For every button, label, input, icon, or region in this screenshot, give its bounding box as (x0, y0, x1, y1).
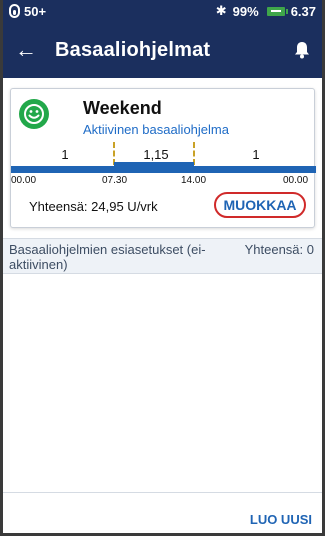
battery-icon (266, 6, 288, 16)
bell-icon[interactable] (294, 41, 310, 59)
program-name: Weekend (83, 98, 162, 118)
status-bar: 50+ ✱ 99% 6.37 (3, 0, 322, 22)
timeline-segment (194, 166, 316, 173)
tick-label: 00.00 (11, 175, 37, 186)
tick-label: 07.30 (102, 175, 128, 186)
smiley-icon (19, 99, 49, 129)
status-left: 50+ (9, 4, 46, 19)
basal-timeline (11, 162, 316, 173)
screen: 50+ ✱ 99% 6.37 ← Basaaliohjelmat Weekend… (0, 0, 325, 536)
timeline-segment (114, 162, 194, 173)
segment-rate: 1,15 (143, 147, 169, 162)
pod-icon (9, 4, 20, 18)
edit-button[interactable]: MUOKKAA (214, 192, 306, 218)
segment-rate: 1 (61, 147, 69, 162)
footer-divider (3, 492, 322, 493)
timeline-segment (11, 166, 114, 173)
program-status: Aktiivinen basaaliohjelma (83, 122, 229, 137)
create-new-button[interactable]: LUO UUSI (250, 512, 312, 527)
status-time: 6.37 (290, 3, 316, 19)
bluetooth-icon: ✱ (215, 3, 227, 18)
page-title: Basaaliohjelmat (55, 38, 211, 61)
presets-label: Basaaliohjelmien esiasetukset (ei-aktiiv… (9, 242, 206, 272)
back-arrow-icon[interactable]: ← (15, 37, 45, 63)
presets-row[interactable]: Basaaliohjelmien esiasetukset (ei-aktiiv… (3, 238, 322, 274)
status-right: ✱ 99% 6.37 (216, 3, 316, 19)
segment-rate: 1 (252, 147, 260, 162)
daily-total: Yhteensä: 24,95 U/vrk (29, 199, 158, 214)
battery-percent: 99% (232, 3, 259, 19)
presets-total: Yhteensä: 0 (244, 242, 314, 257)
app-bar: ← Basaaliohjelmat (3, 22, 322, 78)
pod-count: 50+ (24, 3, 47, 19)
active-program-card: Weekend Aktiivinen basaaliohjelma 1 1,15… (10, 88, 316, 228)
tick-label: 14.00 (181, 175, 207, 186)
tick-label: 00.00 (283, 175, 309, 186)
